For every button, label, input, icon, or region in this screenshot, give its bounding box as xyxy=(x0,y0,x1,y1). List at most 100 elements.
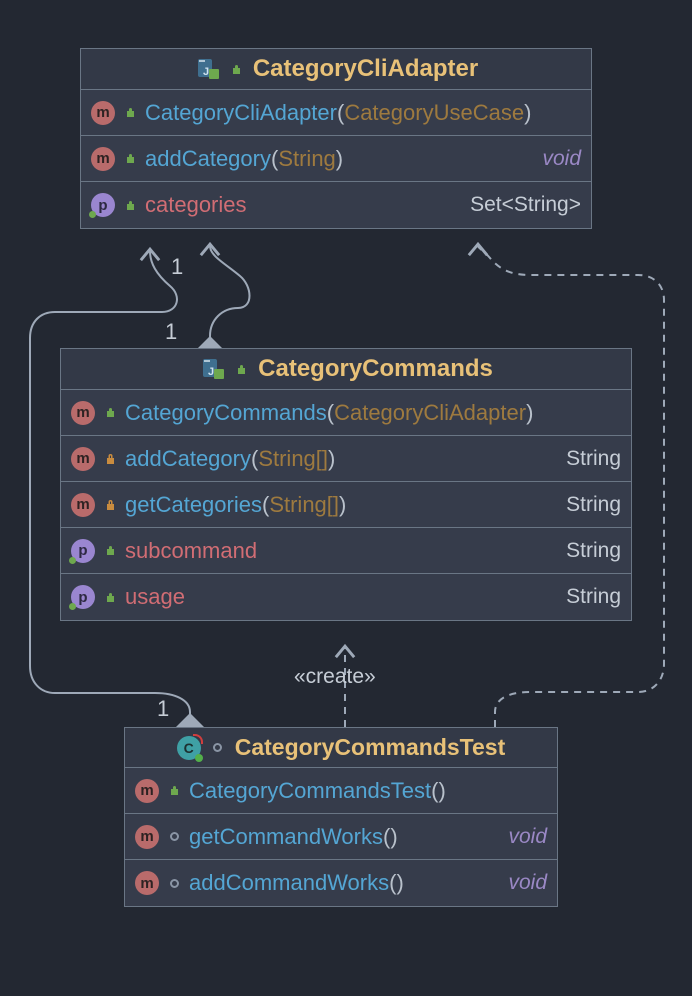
property-icon xyxy=(71,539,95,563)
class-title: CategoryCommands xyxy=(258,355,493,383)
member-row: addCategory(String[]) String xyxy=(61,436,631,482)
class-category-commands-test: CategoryCommandsTest CategoryCommandsTes… xyxy=(124,727,558,907)
package-private-icon xyxy=(211,741,225,755)
member-row: categories Set<String> xyxy=(81,182,591,228)
property-icon xyxy=(91,193,115,217)
member-row: getCategories(String[]) String xyxy=(61,482,631,528)
java-class-icon: J xyxy=(199,357,225,381)
member-signature: categories xyxy=(145,192,462,218)
svg-text:J: J xyxy=(208,366,214,378)
class-header: J CategoryCliAdapter xyxy=(81,49,591,90)
public-indicator-icon xyxy=(235,363,248,376)
member-name: subcommand xyxy=(125,538,257,564)
return-type: String xyxy=(566,585,621,609)
member-signature: CategoryCommands(CategoryCliAdapter) xyxy=(125,400,613,426)
param-type: String[] xyxy=(258,446,328,472)
member-signature: getCommandWorks() xyxy=(189,824,500,850)
method-icon xyxy=(71,401,95,425)
paren: ) xyxy=(524,100,531,126)
member-row: getCommandWorks() void xyxy=(125,814,557,860)
method-icon xyxy=(71,493,95,517)
svg-text:J: J xyxy=(203,66,209,78)
paren: ) xyxy=(438,778,445,804)
return-type: String xyxy=(566,493,621,517)
member-signature: CategoryCliAdapter(CategoryUseCase) xyxy=(145,100,573,126)
param-type: CategoryUseCase xyxy=(344,100,524,126)
member-name: usage xyxy=(125,584,185,610)
paren: ) xyxy=(339,492,346,518)
member-name: addCategory xyxy=(145,146,271,172)
paren: ( xyxy=(262,492,269,518)
paren: ( xyxy=(389,870,396,896)
return-type: Set<String> xyxy=(470,193,581,217)
paren: ) xyxy=(336,146,343,172)
member-name: CategoryCliAdapter xyxy=(145,100,337,126)
member-row: usage String xyxy=(61,574,631,620)
return-type: void xyxy=(542,147,581,171)
public-indicator-icon xyxy=(230,63,243,76)
member-name: getCommandWorks xyxy=(189,824,383,850)
class-category-commands: J CategoryCommands CategoryCommands(Cate… xyxy=(60,348,632,621)
paren: ( xyxy=(431,778,438,804)
member-row: CategoryCommandsTest() xyxy=(125,768,557,814)
public-visibility-icon xyxy=(103,406,117,420)
member-row: addCategory(String) void xyxy=(81,136,591,182)
member-signature: addCommandWorks() xyxy=(189,870,500,896)
member-row: subcommand String xyxy=(61,528,631,574)
member-name: CategoryCommandsTest xyxy=(189,778,431,804)
property-icon xyxy=(71,585,95,609)
paren: ) xyxy=(390,824,397,850)
class-title: CategoryCliAdapter xyxy=(253,55,478,83)
member-name: addCategory xyxy=(125,446,251,472)
member-name: CategoryCommands xyxy=(125,400,327,426)
java-class-icon: J xyxy=(194,57,220,81)
paren: ( xyxy=(383,824,390,850)
private-visibility-icon xyxy=(103,498,117,512)
member-row: addCommandWorks() void xyxy=(125,860,557,906)
member-row: CategoryCliAdapter(CategoryUseCase) xyxy=(81,90,591,136)
class-category-cli-adapter: J CategoryCliAdapter CategoryCliAdapter(… xyxy=(80,48,592,229)
paren: ) xyxy=(328,446,335,472)
member-name: getCategories xyxy=(125,492,262,518)
member-signature: addCategory(String) xyxy=(145,146,534,172)
method-icon xyxy=(135,871,159,895)
param-type: String[] xyxy=(269,492,339,518)
paren: ) xyxy=(526,400,533,426)
paren: ( xyxy=(251,446,258,472)
method-icon xyxy=(135,779,159,803)
public-visibility-icon xyxy=(103,544,117,558)
public-visibility-icon xyxy=(123,152,137,166)
class-header: CategoryCommandsTest xyxy=(125,728,557,768)
param-type: String xyxy=(278,146,335,172)
member-signature: getCategories(String[]) xyxy=(125,492,558,518)
paren: ) xyxy=(396,870,403,896)
multiplicity-label: 1 xyxy=(171,254,183,280)
return-type: String xyxy=(566,539,621,563)
class-header: J CategoryCommands xyxy=(61,349,631,390)
paren: ( xyxy=(327,400,334,426)
return-type: void xyxy=(508,825,547,849)
public-visibility-icon xyxy=(167,784,181,798)
member-name: categories xyxy=(145,192,247,218)
create-stereotype-label: «create» xyxy=(294,665,376,689)
public-visibility-icon xyxy=(123,106,137,120)
return-type: void xyxy=(508,871,547,895)
member-name: addCommandWorks xyxy=(189,870,389,896)
member-signature: addCategory(String[]) xyxy=(125,446,558,472)
paren: ( xyxy=(337,100,344,126)
package-private-icon xyxy=(167,876,181,890)
member-signature: usage xyxy=(125,584,558,610)
method-icon xyxy=(71,447,95,471)
test-class-icon xyxy=(177,736,201,760)
class-title: CategoryCommandsTest xyxy=(235,734,506,761)
public-visibility-icon xyxy=(123,198,137,212)
member-row: CategoryCommands(CategoryCliAdapter) xyxy=(61,390,631,436)
paren: ( xyxy=(271,146,278,172)
param-type: CategoryCliAdapter xyxy=(334,400,526,426)
member-signature: subcommand xyxy=(125,538,558,564)
multiplicity-label: 1 xyxy=(165,319,177,345)
member-signature: CategoryCommandsTest() xyxy=(189,778,539,804)
return-type: String xyxy=(566,447,621,471)
method-icon xyxy=(91,147,115,171)
package-private-icon xyxy=(167,830,181,844)
